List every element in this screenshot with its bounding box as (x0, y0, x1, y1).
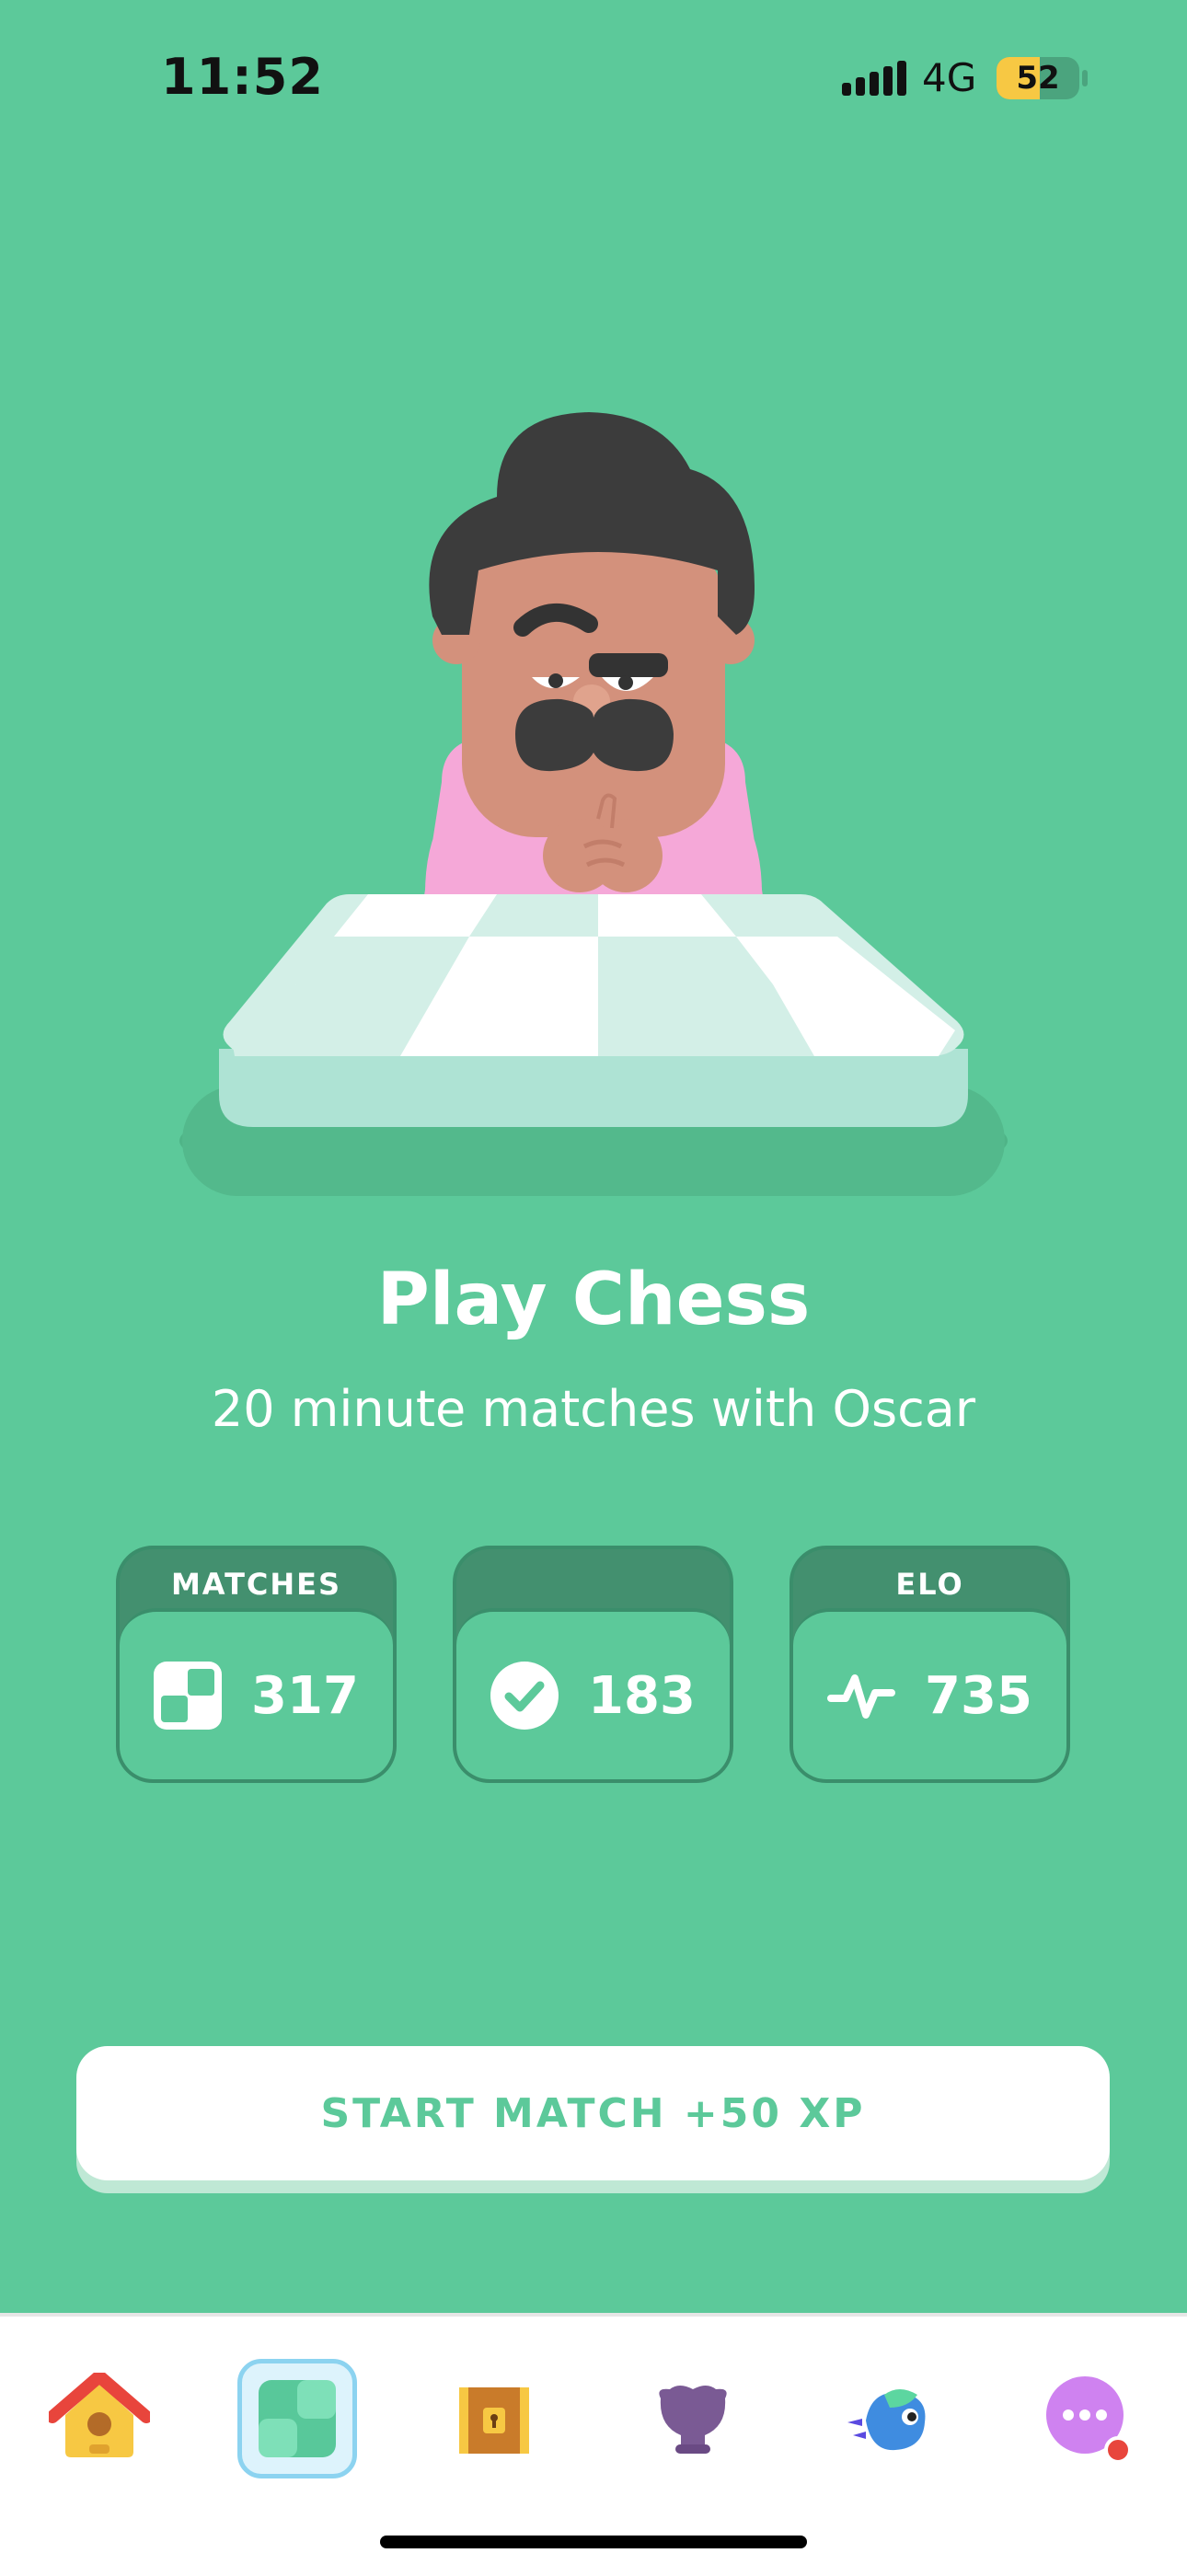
oscar-chess-illustration (179, 412, 1008, 1196)
chessboard (219, 894, 968, 1127)
stat-body: 735 (793, 1608, 1066, 1779)
stat-label: MATCHES (170, 1567, 342, 1602)
stat-value: 183 (588, 1665, 696, 1726)
stat-body: 317 (120, 1608, 393, 1779)
page-title: Play Chess (376, 1259, 811, 1341)
stat-card-matches: MATCHES 317 (116, 1546, 397, 1783)
stat-label (456, 1549, 730, 1614)
tab-treasure[interactable] (434, 2359, 554, 2478)
battery-percent: 52 (1016, 60, 1060, 97)
tab-home[interactable] (40, 2359, 159, 2478)
notification-badge (1104, 2436, 1132, 2464)
stat-card-wins: 183 (453, 1546, 733, 1783)
check-circle-icon (490, 1662, 559, 1730)
tab-more[interactable] (1029, 2359, 1148, 2478)
pulse-icon (827, 1662, 896, 1730)
chess-icon (259, 2380, 336, 2457)
home-indicator (380, 2536, 807, 2548)
signal-icon (842, 61, 906, 96)
oscar-character (423, 412, 764, 902)
tab-chess[interactable] (237, 2359, 357, 2478)
battery-nub (1082, 70, 1088, 86)
character-icon (847, 2389, 926, 2451)
battery-icon: 52 (997, 57, 1079, 99)
stat-card-elo: ELO 735 (789, 1546, 1070, 1783)
treasure-chest-icon (459, 2387, 529, 2454)
trophy-icon (659, 2386, 727, 2454)
clock: 11:52 (161, 48, 324, 106)
tab-characters[interactable] (830, 2359, 950, 2478)
status-bar: 11:52 4G 52 (0, 0, 1187, 156)
start-match-button[interactable]: START MATCH +50 XP (76, 2046, 1110, 2180)
more-icon (1046, 2376, 1132, 2464)
network-type: 4G (922, 55, 977, 100)
stat-body: 183 (456, 1608, 730, 1779)
tab-leagues[interactable] (633, 2359, 753, 2478)
stat-value: 317 (251, 1665, 359, 1726)
stat-value: 735 (925, 1665, 1032, 1726)
stat-label: ELO (895, 1567, 964, 1602)
page-subtitle: 20 minute matches with Oscar (211, 1380, 976, 1438)
home-icon (49, 2373, 150, 2457)
chessboard-icon (154, 1662, 223, 1730)
